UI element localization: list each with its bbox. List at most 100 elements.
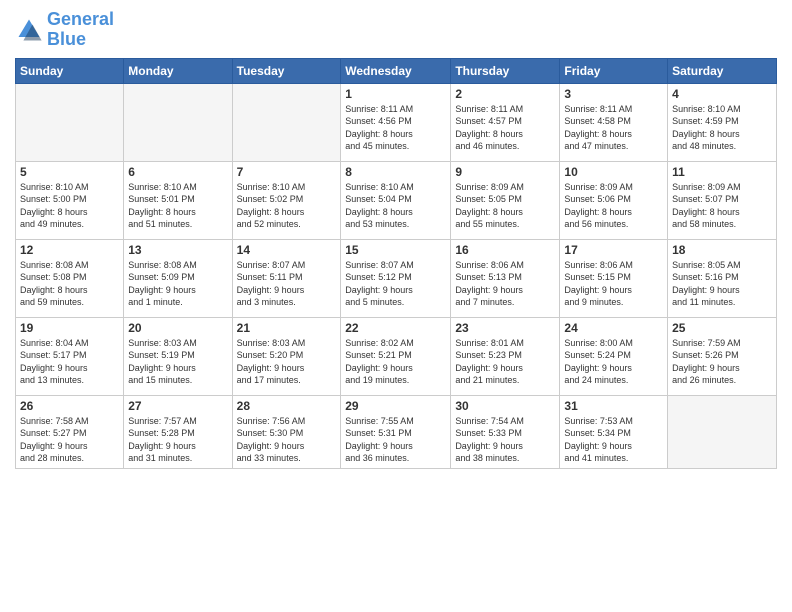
day-number: 5 [20,165,119,179]
day-info: Sunrise: 8:01 AM Sunset: 5:23 PM Dayligh… [455,337,555,387]
calendar-cell: 11 Sunrise: 8:09 AM Sunset: 5:07 PM Dayli… [668,161,777,239]
day-info: Sunrise: 8:07 AM Sunset: 5:12 PM Dayligh… [345,259,446,309]
header-day-monday: Monday [124,58,232,83]
calendar-cell: 2 Sunrise: 8:11 AM Sunset: 4:57 PM Daylig… [451,83,560,161]
day-number: 8 [345,165,446,179]
day-info: Sunrise: 8:11 AM Sunset: 4:57 PM Dayligh… [455,103,555,153]
day-number: 16 [455,243,555,257]
day-info: Sunrise: 7:54 AM Sunset: 5:33 PM Dayligh… [455,415,555,465]
day-info: Sunrise: 8:08 AM Sunset: 5:08 PM Dayligh… [20,259,119,309]
calendar-cell [16,83,124,161]
calendar-cell: 22 Sunrise: 8:02 AM Sunset: 5:21 PM Dayli… [341,317,451,395]
day-number: 18 [672,243,772,257]
calendar-cell: 30 Sunrise: 7:54 AM Sunset: 5:33 PM Dayli… [451,395,560,468]
day-number: 22 [345,321,446,335]
day-number: 6 [128,165,227,179]
day-info: Sunrise: 8:11 AM Sunset: 4:58 PM Dayligh… [564,103,663,153]
calendar-cell: 10Sunrise: 8:09 AM Sunset: 5:06 PM Dayli… [560,161,668,239]
day-info: Sunrise: 8:10 AM Sunset: 5:00 PM Dayligh… [20,181,119,231]
day-info: Sunrise: 8:06 AM Sunset: 5:15 PM Dayligh… [564,259,663,309]
day-info: Sunrise: 8:05 AM Sunset: 5:16 PM Dayligh… [672,259,772,309]
calendar-cell: 7 Sunrise: 8:10 AM Sunset: 5:02 PM Daylig… [232,161,341,239]
day-info: Sunrise: 7:58 AM Sunset: 5:27 PM Dayligh… [20,415,119,465]
day-number: 23 [455,321,555,335]
day-number: 24 [564,321,663,335]
calendar-cell: 17 Sunrise: 8:06 AM Sunset: 5:15 PM Dayli… [560,239,668,317]
header-day-saturday: Saturday [668,58,777,83]
day-number: 1 [345,87,446,101]
calendar-cell: 4Sunrise: 8:10 AM Sunset: 4:59 PM Daylig… [668,83,777,161]
calendar-cell: 16Sunrise: 8:06 AM Sunset: 5:13 PM Dayli… [451,239,560,317]
calendar-header-row: SundayMondayTuesdayWednesdayThursdayFrid… [16,58,777,83]
day-info: Sunrise: 8:11 AM Sunset: 4:56 PM Dayligh… [345,103,446,153]
header-day-friday: Friday [560,58,668,83]
day-info: Sunrise: 7:55 AM Sunset: 5:31 PM Dayligh… [345,415,446,465]
calendar-cell: 26 Sunrise: 7:58 AM Sunset: 5:27 PM Dayli… [16,395,124,468]
day-info: Sunrise: 7:59 AM Sunset: 5:26 PM Dayligh… [672,337,772,387]
calendar-cell: 14 Sunrise: 8:07 AM Sunset: 5:11 PM Dayli… [232,239,341,317]
day-number: 10 [564,165,663,179]
logo-icon [15,16,43,44]
day-info: Sunrise: 8:03 AM Sunset: 5:20 PM Dayligh… [237,337,337,387]
day-number: 2 [455,87,555,101]
calendar-cell: 8Sunrise: 8:10 AM Sunset: 5:04 PM Daylig… [341,161,451,239]
calendar-cell [124,83,232,161]
header-day-tuesday: Tuesday [232,58,341,83]
calendar-cell [668,395,777,468]
logo: General Blue [15,10,114,50]
calendar-week-3: 12 Sunrise: 8:08 AM Sunset: 5:08 PM Dayli… [16,239,777,317]
day-number: 31 [564,399,663,413]
day-number: 27 [128,399,227,413]
calendar-table: SundayMondayTuesdayWednesdayThursdayFrid… [15,58,777,469]
day-info: Sunrise: 7:57 AM Sunset: 5:28 PM Dayligh… [128,415,227,465]
day-number: 4 [672,87,772,101]
day-info: Sunrise: 8:07 AM Sunset: 5:11 PM Dayligh… [237,259,337,309]
day-number: 21 [237,321,337,335]
calendar-cell: 9 Sunrise: 8:09 AM Sunset: 5:05 PM Daylig… [451,161,560,239]
day-number: 30 [455,399,555,413]
calendar-cell: 3Sunrise: 8:11 AM Sunset: 4:58 PM Daylig… [560,83,668,161]
calendar-cell: 15 Sunrise: 8:07 AM Sunset: 5:12 PM Dayli… [341,239,451,317]
calendar-cell: 23 Sunrise: 8:01 AM Sunset: 5:23 PM Dayli… [451,317,560,395]
calendar-cell: 18 Sunrise: 8:05 AM Sunset: 5:16 PM Dayli… [668,239,777,317]
calendar-week-2: 5 Sunrise: 8:10 AM Sunset: 5:00 PM Daylig… [16,161,777,239]
day-number: 19 [20,321,119,335]
day-number: 17 [564,243,663,257]
header-day-thursday: Thursday [451,58,560,83]
day-info: Sunrise: 8:09 AM Sunset: 5:05 PM Dayligh… [455,181,555,231]
header-day-sunday: Sunday [16,58,124,83]
day-number: 12 [20,243,119,257]
day-number: 26 [20,399,119,413]
calendar-container: General Blue SundayMondayTuesdayWednesda… [0,0,792,474]
day-number: 11 [672,165,772,179]
day-number: 25 [672,321,772,335]
day-info: Sunrise: 8:02 AM Sunset: 5:21 PM Dayligh… [345,337,446,387]
day-info: Sunrise: 7:56 AM Sunset: 5:30 PM Dayligh… [237,415,337,465]
calendar-week-5: 26 Sunrise: 7:58 AM Sunset: 5:27 PM Dayli… [16,395,777,468]
calendar-cell: 27 Sunrise: 7:57 AM Sunset: 5:28 PM Dayli… [124,395,232,468]
calendar-week-1: 1 Sunrise: 8:11 AM Sunset: 4:56 PM Daylig… [16,83,777,161]
day-number: 14 [237,243,337,257]
calendar-week-4: 19Sunrise: 8:04 AM Sunset: 5:17 PM Dayli… [16,317,777,395]
logo-text-line2: Blue [47,30,114,50]
calendar-cell [232,83,341,161]
calendar-cell: 5 Sunrise: 8:10 AM Sunset: 5:00 PM Daylig… [16,161,124,239]
calendar-cell: 25 Sunrise: 7:59 AM Sunset: 5:26 PM Dayli… [668,317,777,395]
day-number: 9 [455,165,555,179]
day-number: 20 [128,321,227,335]
day-number: 15 [345,243,446,257]
header-day-wednesday: Wednesday [341,58,451,83]
header: General Blue [15,10,777,50]
day-info: Sunrise: 8:03 AM Sunset: 5:19 PM Dayligh… [128,337,227,387]
day-info: Sunrise: 8:08 AM Sunset: 5:09 PM Dayligh… [128,259,227,309]
day-info: Sunrise: 8:10 AM Sunset: 5:01 PM Dayligh… [128,181,227,231]
day-info: Sunrise: 8:09 AM Sunset: 5:07 PM Dayligh… [672,181,772,231]
calendar-cell: 28Sunrise: 7:56 AM Sunset: 5:30 PM Dayli… [232,395,341,468]
day-number: 7 [237,165,337,179]
calendar-cell: 1 Sunrise: 8:11 AM Sunset: 4:56 PM Daylig… [341,83,451,161]
day-number: 29 [345,399,446,413]
day-info: Sunrise: 8:10 AM Sunset: 5:02 PM Dayligh… [237,181,337,231]
logo-text-line1: General [47,10,114,30]
calendar-cell: 29 Sunrise: 7:55 AM Sunset: 5:31 PM Dayli… [341,395,451,468]
calendar-cell: 13Sunrise: 8:08 AM Sunset: 5:09 PM Dayli… [124,239,232,317]
